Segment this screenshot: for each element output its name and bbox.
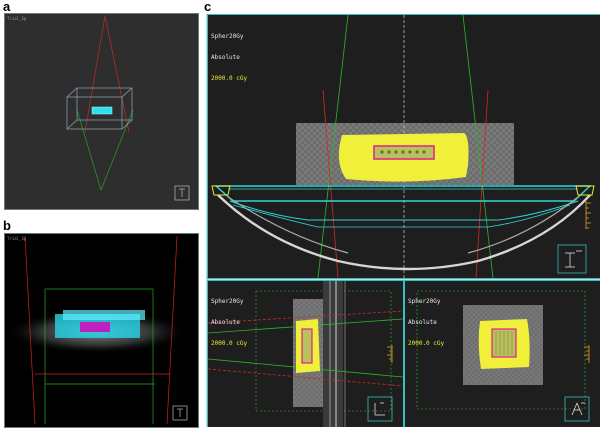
panel-c-composite: Spher20Gy Absolute 2000.0 cGy Spher20Gy …	[206, 14, 600, 427]
coronal-view-overlay-text: Spher20Gy Absolute 2000.0 cGy	[408, 284, 444, 361]
sagittal-target	[301, 328, 313, 364]
main-view-dose-mode: Absolute	[211, 54, 240, 61]
panel-b-cyan-slab-top	[63, 310, 145, 320]
sagittal-view-plan-name: Spher20Gy	[211, 298, 244, 305]
panel-label-a: a	[3, 0, 11, 14]
coronal-view-plan-name: Spher20Gy	[408, 298, 441, 305]
panel-b-3d-view[interactable]: Trial_Sp	[4, 233, 199, 428]
couch-structure	[211, 185, 595, 271]
scale-bar	[585, 201, 591, 229]
sagittal-couch-band	[323, 281, 343, 427]
main-view[interactable]: Spher20Gy Absolute 2000.0 cGy	[207, 14, 600, 279]
panel-b-target	[80, 322, 110, 332]
panel-a-orientation-icon	[174, 185, 190, 201]
main-orientation-icon	[557, 244, 587, 274]
sagittal-view-dose-mode: Absolute	[211, 319, 240, 326]
coronal-view-dose-mode: Absolute	[408, 319, 437, 326]
sagittal-view-overlay-text: Spher20Gy Absolute 2000.0 cGy	[211, 284, 247, 361]
main-view-overlay-text: Spher20Gy Absolute 2000.0 cGy	[211, 19, 247, 96]
coronal-view[interactable]: Spher20Gy Absolute 2000.0 cGy	[404, 280, 600, 427]
panel-a-beam-green	[76, 109, 134, 191]
main-view-dose-value: 2000.0 cGy	[211, 75, 248, 82]
sagittal-orientation-icon	[367, 396, 393, 422]
main-view-scene	[211, 15, 595, 278]
coronal-view-dose-value: 2000.0 cGy	[408, 340, 445, 347]
sagittal-view[interactable]: Spher20Gy Absolute 2000.0 cGy	[207, 280, 404, 427]
panel-label-b: b	[3, 218, 11, 233]
panel-a-target	[91, 106, 113, 115]
main-view-plan-name: Spher20Gy	[211, 33, 244, 40]
panel-a-3d-view[interactable]: Trial_Sp	[4, 13, 199, 210]
sagittal-view-dose-value: 2000.0 cGy	[211, 340, 248, 347]
panel-label-c: c	[204, 0, 212, 14]
panel-b-orientation-icon	[172, 405, 188, 421]
panel-a-beam-red	[84, 15, 130, 133]
panel-b-scene	[5, 235, 189, 425]
panel-a-scene	[66, 15, 190, 201]
